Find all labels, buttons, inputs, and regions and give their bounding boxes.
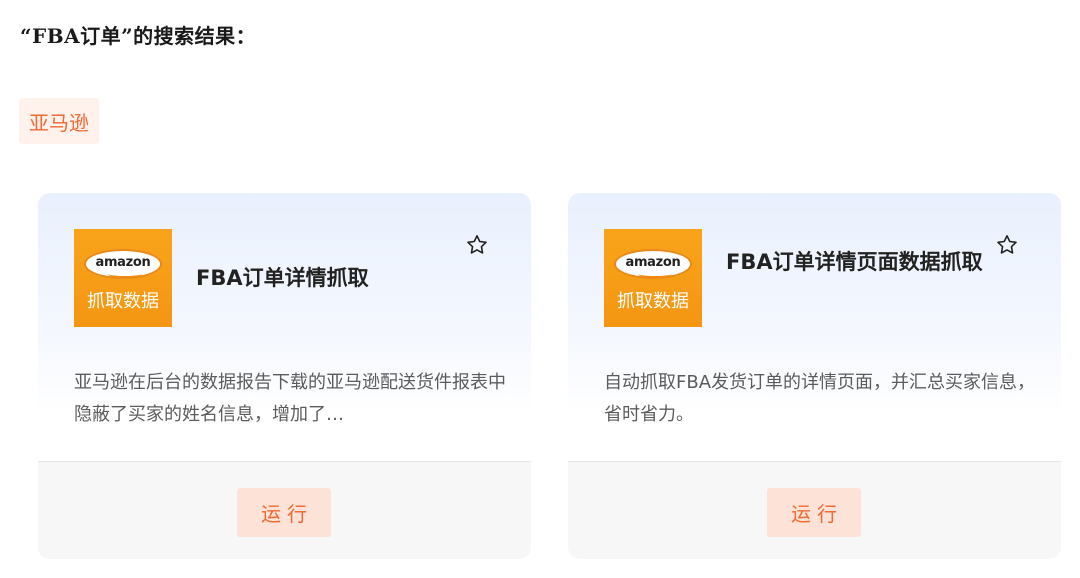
amazon-logo-word: amazon [95,254,151,270]
amazon-smile-icon [108,270,142,278]
run-button[interactable]: 运行 [767,488,861,537]
category-tag-amazon[interactable]: 亚马逊 [19,98,99,144]
card-title[interactable]: FBA订单详情抓取 [196,262,446,294]
amazon-logo: amazon 抓取数据 [74,229,172,327]
card-footer: 运行 [38,462,531,559]
card-footer: 运行 [568,462,1061,559]
star-icon[interactable] [995,233,1019,257]
amazon-logo-badge: amazon [614,249,692,279]
card-title[interactable]: FBA订单详情页面数据抓取 [726,246,988,278]
amazon-logo-word: amazon [625,254,681,270]
star-icon[interactable] [465,233,489,257]
amazon-smile-icon [638,270,672,278]
template-card[interactable]: amazon 抓取数据 FBA订单详情抓取 亚马逊在后台的数据报告下载的亚马逊配… [38,193,531,559]
card-description: 亚马逊在后台的数据报告下载的亚马逊配送货件报表中隐蔽了买家的姓名信息，增加了… [74,372,506,425]
logo-caption: 抓取数据 [617,291,689,312]
search-results-page: “FBA订单”的搜索结果： 亚马逊 amazon 抓取数据 FBA订单详情抓取 … [0,0,1080,578]
search-results-heading: “FBA订单”的搜索结果： [20,24,257,48]
logo-caption: 抓取数据 [87,291,159,312]
amazon-logo: amazon 抓取数据 [604,229,702,327]
template-card[interactable]: amazon 抓取数据 FBA订单详情页面数据抓取 自动抓取FBA发货订单的详情… [568,193,1061,559]
card-description: 自动抓取FBA发货订单的详情页面，并汇总买家信息，省时省力。 [604,372,1036,425]
amazon-logo-badge: amazon [84,249,162,279]
run-button[interactable]: 运行 [237,488,331,537]
